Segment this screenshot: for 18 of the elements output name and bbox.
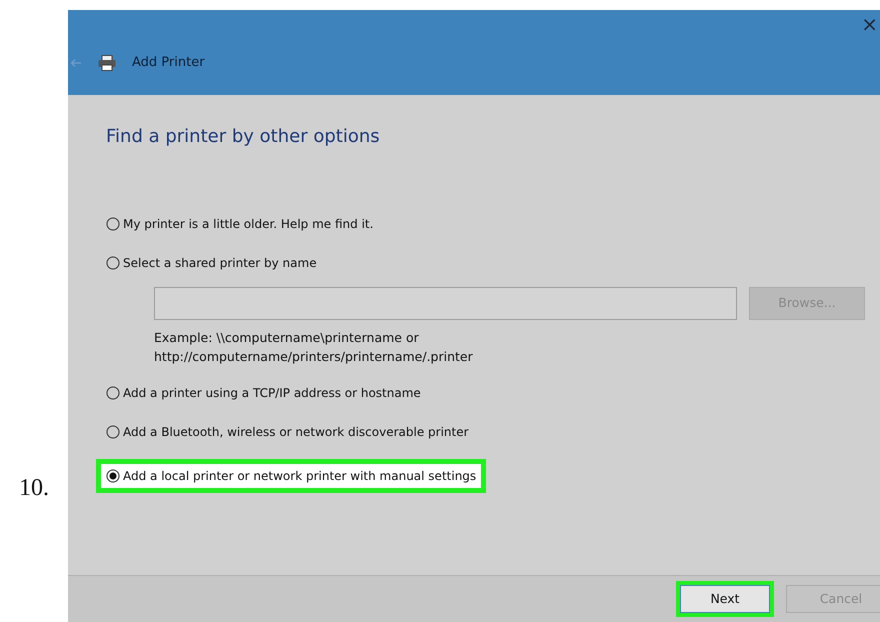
option-label[interactable]: Add a local printer or network printer with manual settings — [123, 467, 476, 485]
radio-button[interactable] — [106, 469, 120, 483]
printer-name-field[interactable] — [154, 287, 737, 320]
option-label[interactable]: Add a Bluetooth, wireless or network discoverable printer — [123, 423, 469, 441]
radio-button[interactable] — [106, 256, 120, 270]
radio-button[interactable] — [106, 425, 120, 439]
next-button[interactable]: Next — [680, 585, 770, 613]
page-heading: Find a printer by other options — [106, 125, 381, 149]
printer-icon — [98, 54, 116, 70]
option-label[interactable]: My printer is a little older. Help me find it. — [123, 215, 374, 233]
option-label[interactable]: Add a printer using a TCP/IP address or hostname — [123, 384, 421, 402]
option-label[interactable]: Select a shared printer by name — [123, 254, 317, 272]
window-title: Add Printer — [132, 54, 205, 72]
step-number: 10. — [19, 474, 49, 503]
radio-button[interactable] — [106, 386, 120, 400]
close-button[interactable]: × — [861, 14, 878, 34]
radio-button[interactable] — [106, 217, 120, 231]
example-text: Example: \\computername\printername or http://computername/printers/printername/.printer — [154, 329, 474, 366]
